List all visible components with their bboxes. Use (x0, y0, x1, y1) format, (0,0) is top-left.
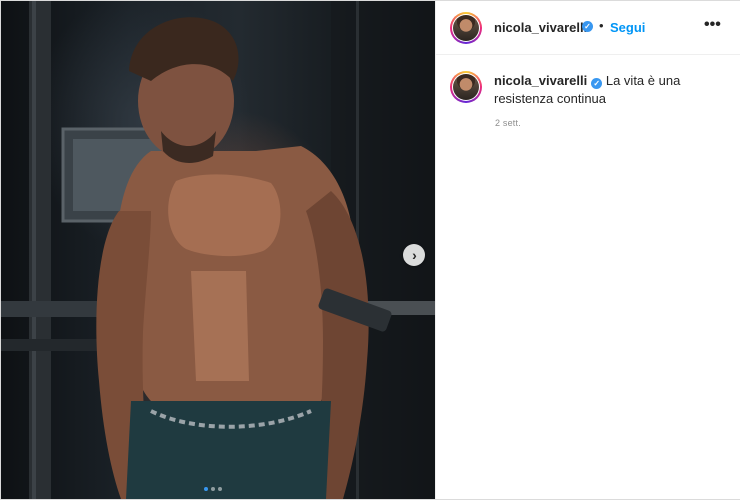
verified-badge-icon: ✓ (582, 21, 593, 32)
carousel-dot-2 (211, 487, 215, 491)
avatar-image (453, 74, 479, 100)
author-username[interactable]: nicola_vivarelli (494, 20, 587, 35)
caption-avatar[interactable] (450, 71, 482, 103)
verified-badge-icon: ✓ (591, 78, 603, 89)
carousel-dot-1 (204, 487, 208, 491)
caption-username[interactable]: nicola_vivarelli (494, 73, 587, 88)
separator-dot: • (599, 18, 604, 33)
photo-illustration (1, 1, 435, 499)
post-modal: › nicola_vivarelli ✓ • Segui ••• nicola_… (0, 0, 740, 500)
follow-button[interactable]: Segui (610, 20, 645, 35)
chevron-right-icon: › (412, 247, 417, 263)
post-side-panel: nicola_vivarelli ✓ • Segui ••• nicola_vi… (435, 1, 740, 499)
next-slide-button[interactable]: › (403, 244, 425, 266)
post-photo[interactable]: › (1, 1, 435, 499)
post-header: nicola_vivarelli ✓ • Segui ••• (436, 1, 740, 55)
post-timestamp[interactable]: 2 sett. (495, 118, 521, 128)
caption-text: nicola_vivarelli ✓ La vita è una resisten… (494, 72, 694, 108)
carousel-indicator (204, 487, 222, 491)
carousel-dot-3 (218, 487, 222, 491)
more-options-icon[interactable]: ••• (704, 16, 721, 34)
author-avatar[interactable] (450, 12, 482, 44)
avatar-image (453, 15, 479, 41)
